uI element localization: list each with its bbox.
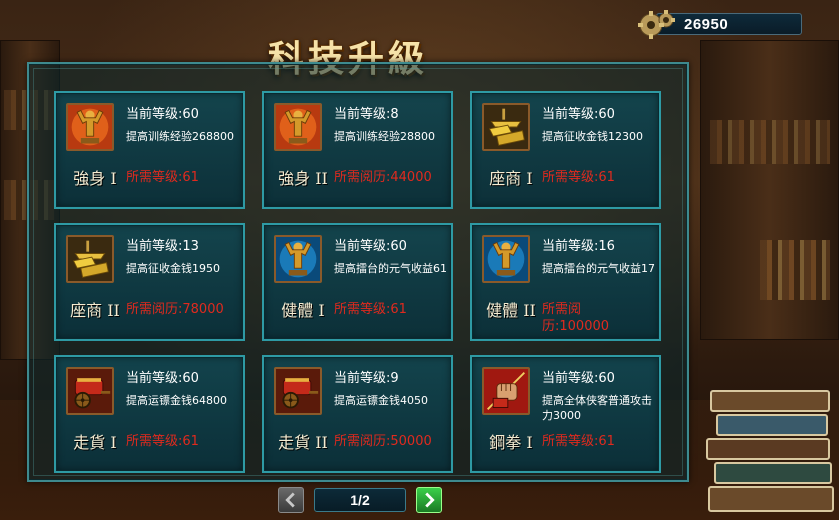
tech-requirement: 所需阅历:100000 bbox=[542, 302, 610, 334]
tech-description: 提高运镖金钱64800 bbox=[126, 394, 227, 407]
book-stack-4 bbox=[714, 462, 832, 484]
tech-level: 当前等级:13 bbox=[126, 239, 199, 254]
gold-counter: 26950 bbox=[636, 8, 802, 39]
chevron-right-icon bbox=[425, 492, 435, 508]
tech-description: 提高训练经验268800 bbox=[126, 130, 234, 143]
tech-level: 当前等级:60 bbox=[334, 239, 407, 254]
tech-card[interactable]: 強身 II 当前等级:8 提高训练经验28800 所需阅历:44000 bbox=[262, 91, 453, 209]
tech-description: 提高擂台的元气收益17 bbox=[542, 262, 655, 275]
tech-description: 提高运镖金钱4050 bbox=[334, 394, 428, 407]
chevron-left-icon bbox=[285, 492, 295, 508]
tech-description: 提高征收金钱1950 bbox=[126, 262, 220, 275]
tech-name: 座商 I bbox=[489, 169, 533, 188]
cart-wheel-icon bbox=[66, 367, 114, 415]
tech-requirement: 所需等级:61 bbox=[542, 170, 615, 185]
tech-description: 提高擂台的元气收益61 bbox=[334, 262, 447, 275]
muscle-statue-red-icon bbox=[274, 103, 322, 151]
tech-requirement: 所需等级:61 bbox=[126, 170, 199, 185]
tech-card[interactable]: 健體 I 当前等级:60 提高擂台的元气收益61 所需等级:61 bbox=[262, 223, 453, 341]
book-stack-1 bbox=[710, 390, 830, 412]
tech-requirement: 所需阅历:50000 bbox=[334, 434, 432, 449]
book-stack-2 bbox=[716, 414, 828, 436]
tech-name: 健體 I bbox=[281, 301, 325, 320]
tech-requirement: 所需等级:61 bbox=[542, 434, 615, 449]
books-right-2 bbox=[760, 240, 830, 300]
iron-fist-icon bbox=[482, 367, 530, 415]
gold-ingot-stack-icon bbox=[66, 235, 114, 283]
book-stack-3 bbox=[706, 438, 830, 460]
tech-card[interactable]: 座商 I 当前等级:60 提高征收金钱12300 所需等级:61 bbox=[470, 91, 661, 209]
tech-level: 当前等级:60 bbox=[126, 371, 199, 386]
tech-name: 走貨 II bbox=[278, 433, 328, 452]
tech-name: 強身 II bbox=[278, 169, 328, 188]
gold-bar bbox=[656, 13, 802, 35]
book-stack-5 bbox=[708, 486, 834, 512]
books-right-1 bbox=[710, 120, 830, 164]
tech-card[interactable]: 健體 II 当前等级:16 提高擂台的元气收益17 所需阅历:100000 bbox=[470, 223, 661, 341]
tech-requirement: 所需阅历:44000 bbox=[334, 170, 432, 185]
tech-level: 当前等级:9 bbox=[334, 371, 399, 386]
tech-requirement: 所需阅历:78000 bbox=[126, 302, 224, 317]
tech-level: 当前等级:60 bbox=[542, 371, 615, 386]
cart-wheel-icon bbox=[274, 367, 322, 415]
tech-name: 座商 II bbox=[70, 301, 120, 320]
tech-card[interactable]: 強身 I 当前等级:60 提高训练经验268800 所需等级:61 bbox=[54, 91, 245, 209]
tech-requirement: 所需等级:61 bbox=[334, 302, 407, 317]
next-page-button[interactable] bbox=[416, 487, 442, 513]
tech-level: 当前等级:60 bbox=[542, 107, 615, 122]
muscle-statue-blue-icon bbox=[482, 235, 530, 283]
tech-description: 提高全体侠客普通攻击力3000 bbox=[542, 394, 652, 422]
tech-card[interactable]: 座商 II 当前等级:13 提高征收金钱1950 所需阅历:78000 bbox=[54, 223, 245, 341]
tech-name: 走貨 I bbox=[73, 433, 117, 452]
gold-amount: 26950 bbox=[684, 16, 729, 33]
tech-card[interactable]: 鋼拳 I 当前等级:60 提高全体侠客普通攻击力3000 所需等级:61 bbox=[470, 355, 661, 473]
tech-name: 強身 I bbox=[73, 169, 117, 188]
muscle-statue-red-icon bbox=[66, 103, 114, 151]
prev-page-button[interactable] bbox=[278, 487, 304, 513]
tech-name: 鋼拳 I bbox=[489, 433, 533, 452]
tech-name: 健體 II bbox=[486, 301, 536, 320]
muscle-statue-blue-icon bbox=[274, 235, 322, 283]
tech-level: 当前等级:8 bbox=[334, 107, 399, 122]
tech-description: 提高训练经验28800 bbox=[334, 130, 435, 143]
tech-requirement: 所需等级:61 bbox=[126, 434, 199, 449]
page-indicator: 1/2 bbox=[314, 488, 406, 512]
tech-card[interactable]: 走貨 I 当前等级:60 提高运镖金钱64800 所需等级:61 bbox=[54, 355, 245, 473]
tech-level: 当前等级:60 bbox=[126, 107, 199, 122]
gear-coin-icon bbox=[636, 8, 676, 42]
gold-ingot-stack-icon bbox=[482, 103, 530, 151]
tech-level: 当前等级:16 bbox=[542, 239, 615, 254]
tech-card[interactable]: 走貨 II 当前等级:9 提高运镖金钱4050 所需阅历:50000 bbox=[262, 355, 453, 473]
tech-description: 提高征收金钱12300 bbox=[542, 130, 643, 143]
